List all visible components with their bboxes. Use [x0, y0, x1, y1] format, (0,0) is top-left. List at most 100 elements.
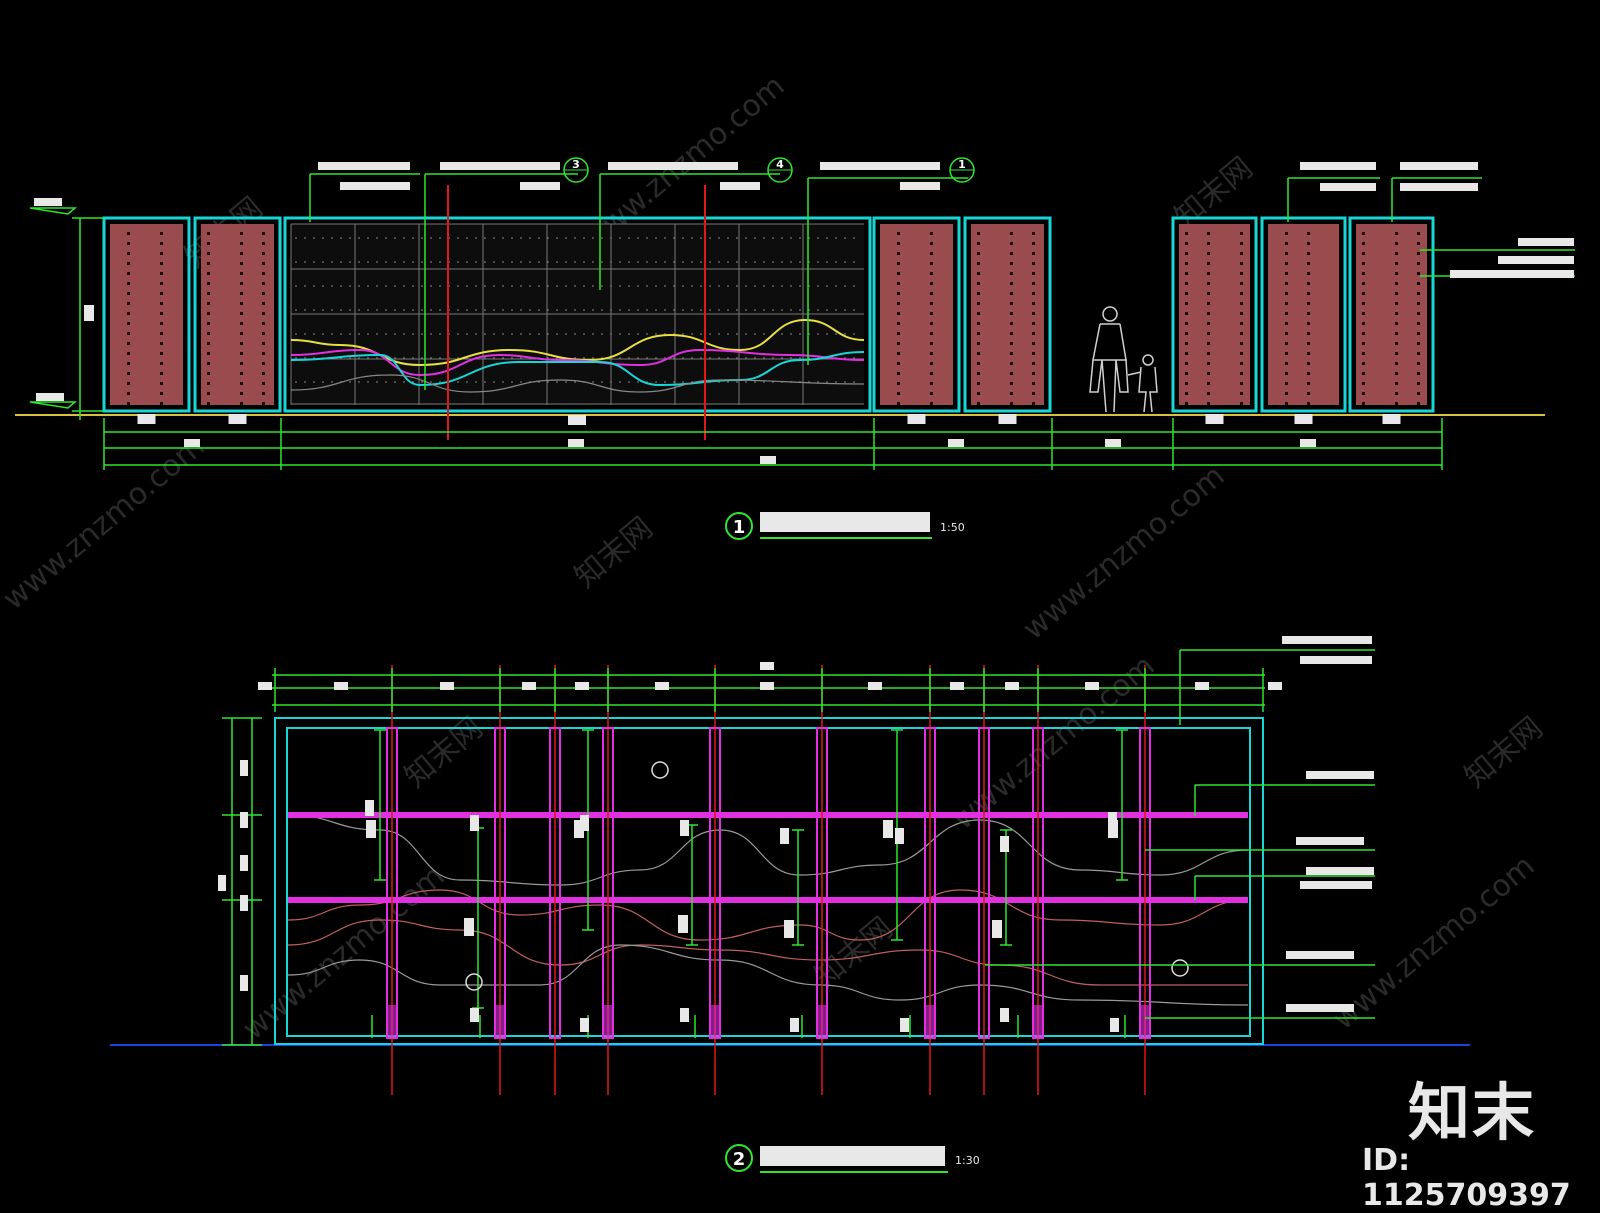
dim-text [240, 812, 248, 828]
perforation-dot [930, 332, 933, 335]
perforation-dot [207, 372, 210, 375]
perforation-dot [127, 322, 130, 325]
perforation-dot [1240, 372, 1243, 375]
screen-dot [493, 237, 495, 239]
screen-dot [628, 357, 630, 359]
screen-dot [520, 237, 522, 239]
screen-dot [664, 237, 666, 239]
main-screen-panel [283, 185, 872, 440]
annotation-text [1000, 836, 1009, 852]
perforation-dot [1285, 352, 1288, 355]
screen-dot [502, 285, 504, 287]
screen-dot [322, 333, 324, 335]
screen-dot [349, 357, 351, 359]
annotation-text [820, 162, 940, 170]
perforation-dot [1185, 322, 1188, 325]
screen-dot [295, 237, 297, 239]
screen-dot [736, 285, 738, 287]
perforation-dot [1307, 322, 1310, 325]
screen-dot [457, 333, 459, 335]
perforation-dot [1307, 302, 1310, 305]
screen-dot [520, 381, 522, 383]
perforation-dot [1240, 282, 1243, 285]
screen-dot [349, 261, 351, 263]
screen-dot [736, 309, 738, 311]
screen-dot [493, 261, 495, 263]
screen-dot [565, 381, 567, 383]
perforation-dot [1240, 272, 1243, 275]
screen-dot [412, 285, 414, 287]
perforation-dot [127, 252, 130, 255]
panel-foot [1294, 414, 1313, 424]
perforation-dot [1362, 332, 1365, 335]
dim-text [440, 682, 454, 690]
screen-dot [853, 309, 855, 311]
perforation-dot [207, 312, 210, 315]
screen-dot [376, 237, 378, 239]
screen-dot [376, 333, 378, 335]
perforation-dot [1362, 232, 1365, 235]
screen-dot [439, 309, 441, 311]
screen-dot [421, 381, 423, 383]
screen-dot [574, 333, 576, 335]
screen-dot [727, 261, 729, 263]
screen-dot [376, 261, 378, 263]
perforation-dot [207, 362, 210, 365]
perforation-dot [1207, 362, 1210, 365]
screen-dot [790, 333, 792, 335]
screen-dot [430, 237, 432, 239]
screen-dot [484, 381, 486, 383]
perforation-dot [1417, 282, 1420, 285]
perforation-dot [1032, 252, 1035, 255]
perforation-dot [127, 352, 130, 355]
perforation-dot [1010, 232, 1013, 235]
screen-dot [340, 285, 342, 287]
screen-dot [853, 333, 855, 335]
screen-dot [628, 261, 630, 263]
dim-text [184, 439, 200, 447]
screen-dot [430, 285, 432, 287]
dim-text [950, 682, 964, 690]
screen-dot [781, 237, 783, 239]
perforation-dot [240, 322, 243, 325]
screen-dot [628, 381, 630, 383]
screen-dot [511, 285, 513, 287]
screen-dot [700, 333, 702, 335]
screen-dot [619, 357, 621, 359]
screen-dot [403, 357, 405, 359]
screen-dot [358, 333, 360, 335]
annotation-text [1108, 812, 1117, 828]
screen-dot [394, 309, 396, 311]
screen-dot [340, 309, 342, 311]
screen-dot [349, 333, 351, 335]
perforation-dot [1285, 342, 1288, 345]
perforation-dot [1010, 362, 1013, 365]
screen-dot [772, 285, 774, 287]
panel-fill [1179, 224, 1250, 405]
perforation-dot [160, 252, 163, 255]
perforation-dot [1285, 232, 1288, 235]
screen-dot [610, 333, 612, 335]
screen-dot [736, 333, 738, 335]
screen-dot [439, 261, 441, 263]
perforation-dot [127, 342, 130, 345]
screen-dot [502, 333, 504, 335]
perforation-dot [1185, 342, 1188, 345]
annotation-text [580, 815, 589, 831]
screen-dot [736, 237, 738, 239]
screen-dot [799, 285, 801, 287]
panel-foot [907, 414, 926, 424]
perforation-dot [930, 242, 933, 245]
annotation-text [318, 162, 410, 170]
screen-dot [466, 285, 468, 287]
perforation-dot [240, 362, 243, 365]
screen-dot [826, 381, 828, 383]
screen-dot [439, 237, 441, 239]
perforation-dot [207, 322, 210, 325]
perforation-dot [897, 242, 900, 245]
dim-text [568, 439, 584, 447]
perforation-dot [897, 312, 900, 315]
screen-dot [646, 261, 648, 263]
perforation-dot [1207, 302, 1210, 305]
screen-dot [295, 261, 297, 263]
